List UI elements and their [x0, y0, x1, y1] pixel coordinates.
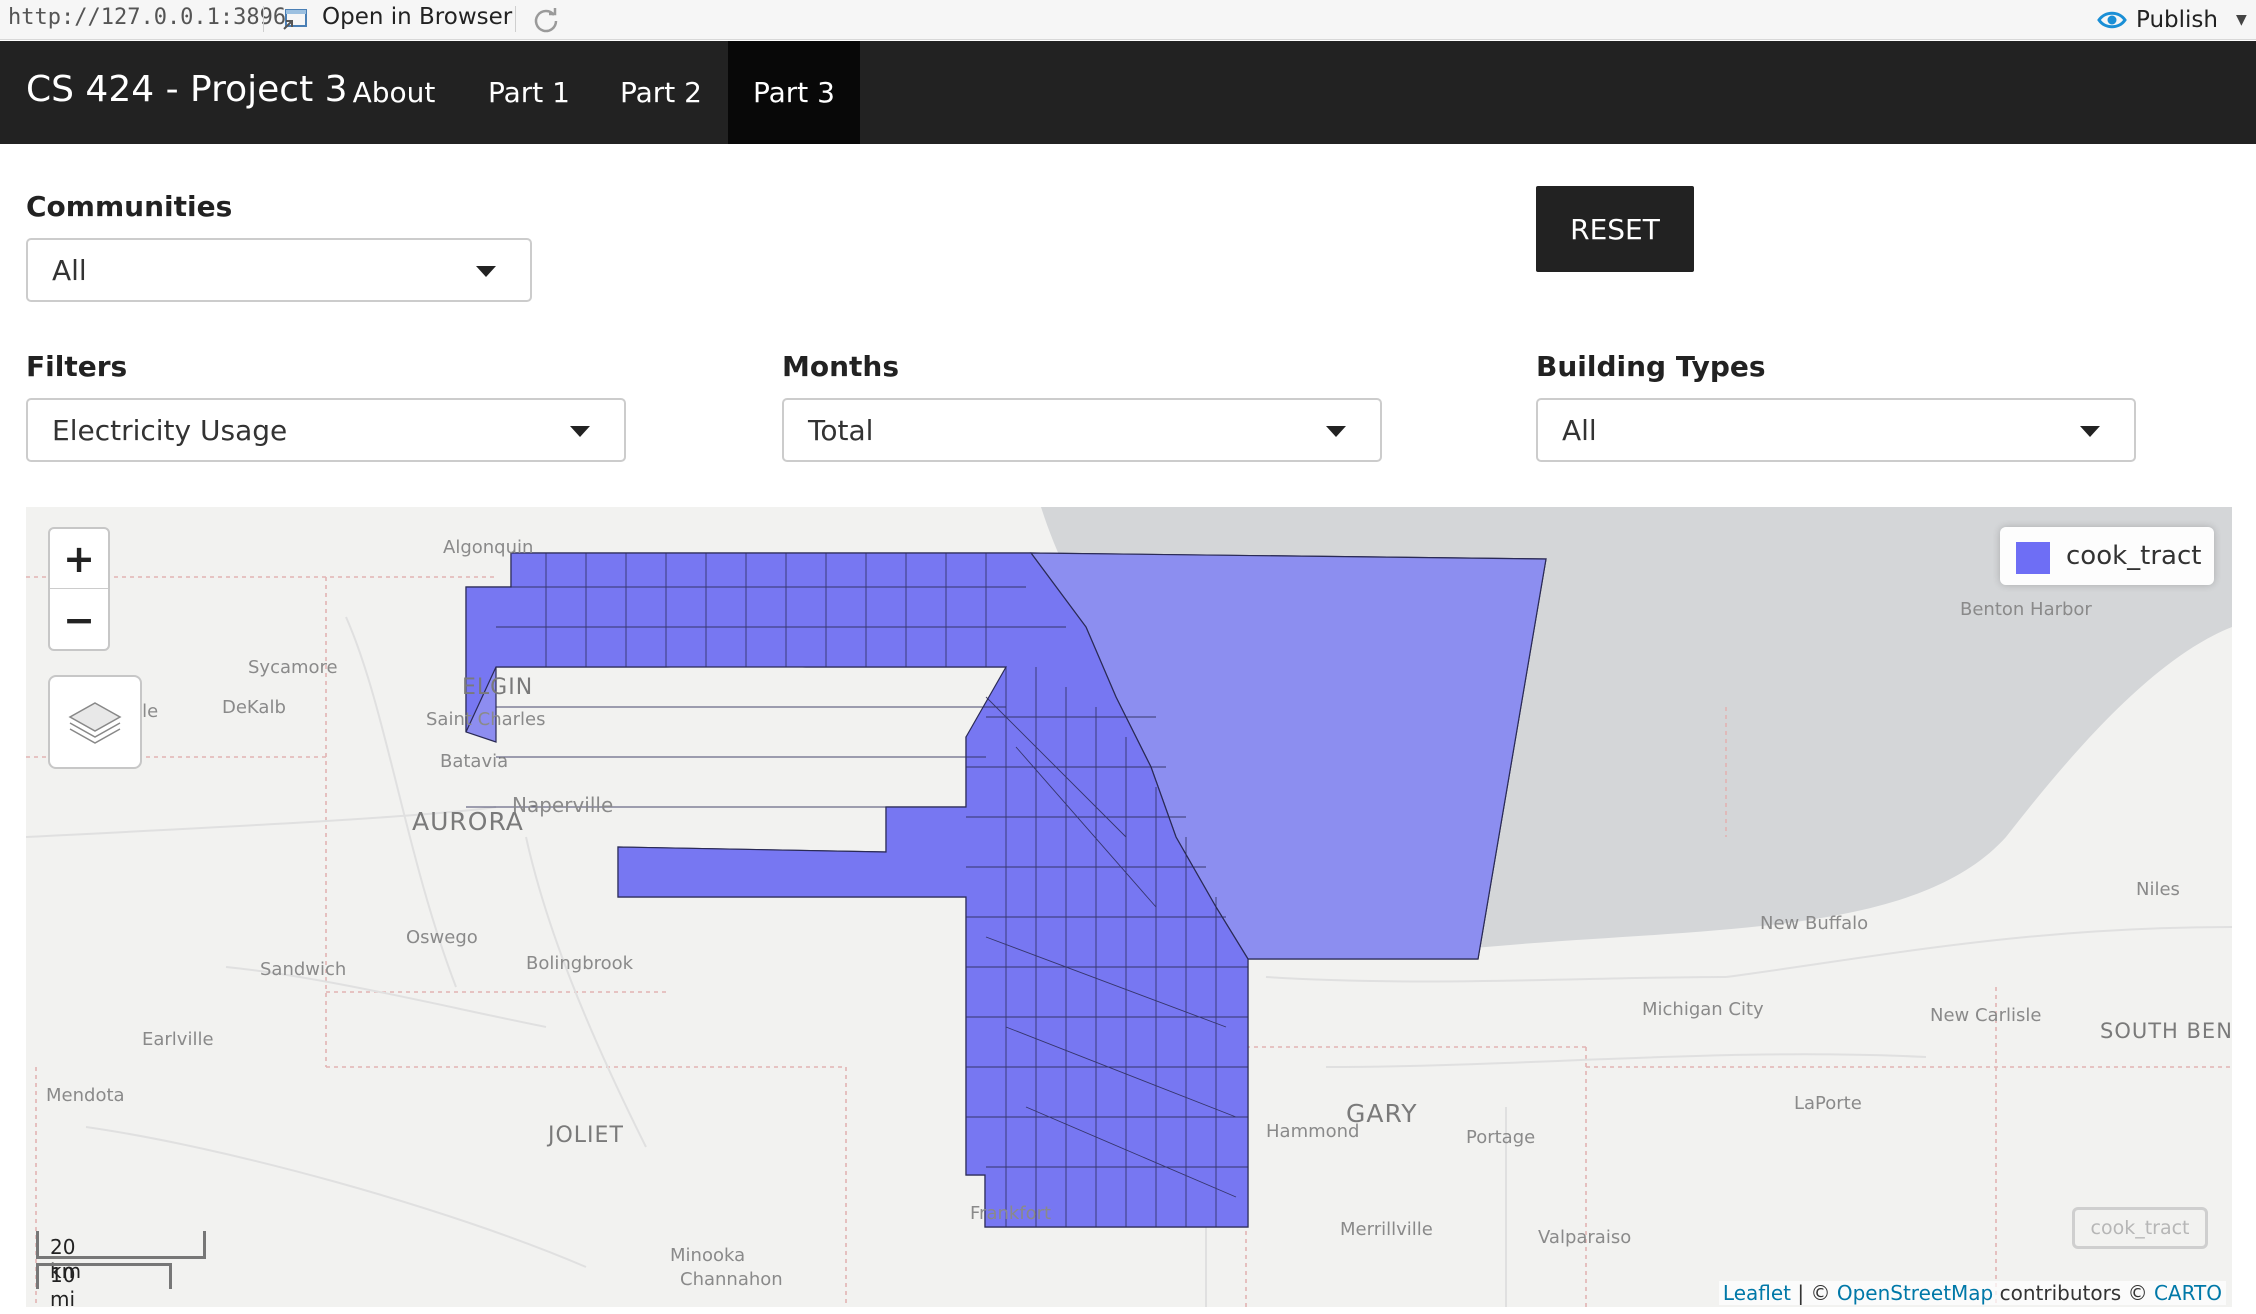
carto-link[interactable]: CARTO: [2154, 1281, 2222, 1305]
place-label: JOLIET: [548, 1123, 624, 1148]
map-attribution: Leaflet | © OpenStreetMap contributors ©…: [1718, 1281, 2226, 1305]
place-label: Naperville: [512, 793, 614, 817]
communities-label: Communities: [26, 190, 233, 223]
navbar: CS 424 - Project 3 About Part 1 Part 2 P…: [0, 41, 2256, 144]
chevron-down-icon: [1326, 426, 1346, 437]
open-in-browser-button[interactable]: Open in Browser: [322, 4, 512, 30]
tab-about[interactable]: About: [334, 41, 454, 144]
map[interactable]: Algonquin ELGIN Sycamore Rochelle DeKalb…: [26, 507, 2232, 1307]
months-label: Months: [782, 350, 900, 383]
toolbar-divider: [515, 6, 516, 32]
publish-button[interactable]: Publish ▼: [2096, 4, 2247, 36]
attribution-contributors: contributors ©: [1993, 1281, 2154, 1305]
place-label: ELGIN: [462, 675, 534, 700]
place-label: Hammond: [1266, 1121, 1360, 1142]
months-value: Total: [808, 414, 874, 447]
building-types-label: Building Types: [1536, 350, 1766, 383]
place-label: Algonquin: [443, 537, 534, 558]
refresh-icon[interactable]: [532, 6, 560, 34]
chevron-down-icon: [476, 266, 496, 277]
chevron-down-icon: [570, 426, 590, 437]
building-types-value: All: [1562, 414, 1597, 447]
tab-part-1[interactable]: Part 1: [464, 41, 594, 144]
place-label: Merrillville: [1340, 1219, 1433, 1240]
filters-value: Electricity Usage: [52, 414, 288, 447]
building-types-select[interactable]: All: [1536, 398, 2136, 462]
legend-label: cook_tract: [2066, 541, 2202, 571]
legend-swatch: [2016, 542, 2050, 574]
place-label: Batavia: [440, 751, 509, 772]
app-brand[interactable]: CS 424 - Project 3: [26, 69, 348, 110]
zoom-in-button[interactable]: +: [50, 529, 108, 589]
osm-link[interactable]: OpenStreetMap: [1837, 1281, 1993, 1305]
place-label: New Buffalo: [1760, 913, 1869, 934]
layers-button[interactable]: [48, 675, 142, 769]
tab-part-3[interactable]: Part 3: [728, 41, 860, 144]
communities-select[interactable]: All: [26, 238, 532, 302]
place-label: Oswego: [406, 927, 478, 948]
place-label: Saint Charles: [426, 709, 546, 730]
publish-label: Publish: [2136, 7, 2218, 33]
viewer-toolbar: http://127.0.0.1:3896 Open in Browser Pu…: [0, 0, 2256, 40]
zoom-control: + −: [48, 527, 110, 651]
reset-button[interactable]: RESET: [1536, 186, 1694, 272]
open-in-browser-icon[interactable]: [282, 7, 308, 31]
place-label: Minooka: [670, 1245, 746, 1266]
place-label: Frankfort: [970, 1203, 1052, 1224]
scale-mi-label: 10 mi: [50, 1263, 76, 1307]
layers-icon: [68, 702, 122, 744]
place-label: LaPorte: [1794, 1093, 1862, 1114]
toolbar-divider: [263, 6, 264, 32]
communities-value: All: [52, 254, 87, 287]
place-label: Bolingbrook: [526, 953, 634, 974]
place-label: AURORA: [412, 807, 524, 836]
place-label: Valparaiso: [1538, 1227, 1632, 1248]
tab-part-2[interactable]: Part 2: [596, 41, 726, 144]
place-label: Mendota: [46, 1085, 125, 1106]
months-select[interactable]: Total: [782, 398, 1382, 462]
publish-icon: [2097, 11, 2127, 29]
chevron-down-icon: [2080, 426, 2100, 437]
attribution-separator: | ©: [1791, 1281, 1837, 1305]
filters-select[interactable]: Electricity Usage: [26, 398, 626, 462]
map-legend: cook_tract: [2000, 527, 2214, 585]
place-label: Portage: [1466, 1127, 1536, 1148]
zoom-out-button[interactable]: −: [50, 590, 108, 649]
viewer-url: http://127.0.0.1:3896: [8, 5, 287, 30]
place-label: Earlville: [142, 1029, 214, 1050]
place-label: SOUTH BEN: [2100, 1019, 2232, 1043]
place-label: Sycamore: [248, 657, 338, 678]
layer-watermark: cook_tract: [2072, 1207, 2208, 1249]
place-label: Benton Harbor: [1960, 599, 2092, 620]
place-label: Sandwich: [260, 959, 347, 980]
place-label: Michigan City: [1642, 999, 1764, 1020]
place-label: Niles: [2136, 879, 2180, 900]
place-label: Channahon: [680, 1269, 783, 1290]
place-label: New Carlisle: [1930, 1005, 2042, 1026]
filters-label: Filters: [26, 350, 128, 383]
map-basemap: [26, 507, 2232, 1307]
leaflet-link[interactable]: Leaflet: [1723, 1281, 1791, 1305]
chevron-down-icon: ▼: [2235, 12, 2247, 28]
place-label: DeKalb: [222, 697, 286, 718]
